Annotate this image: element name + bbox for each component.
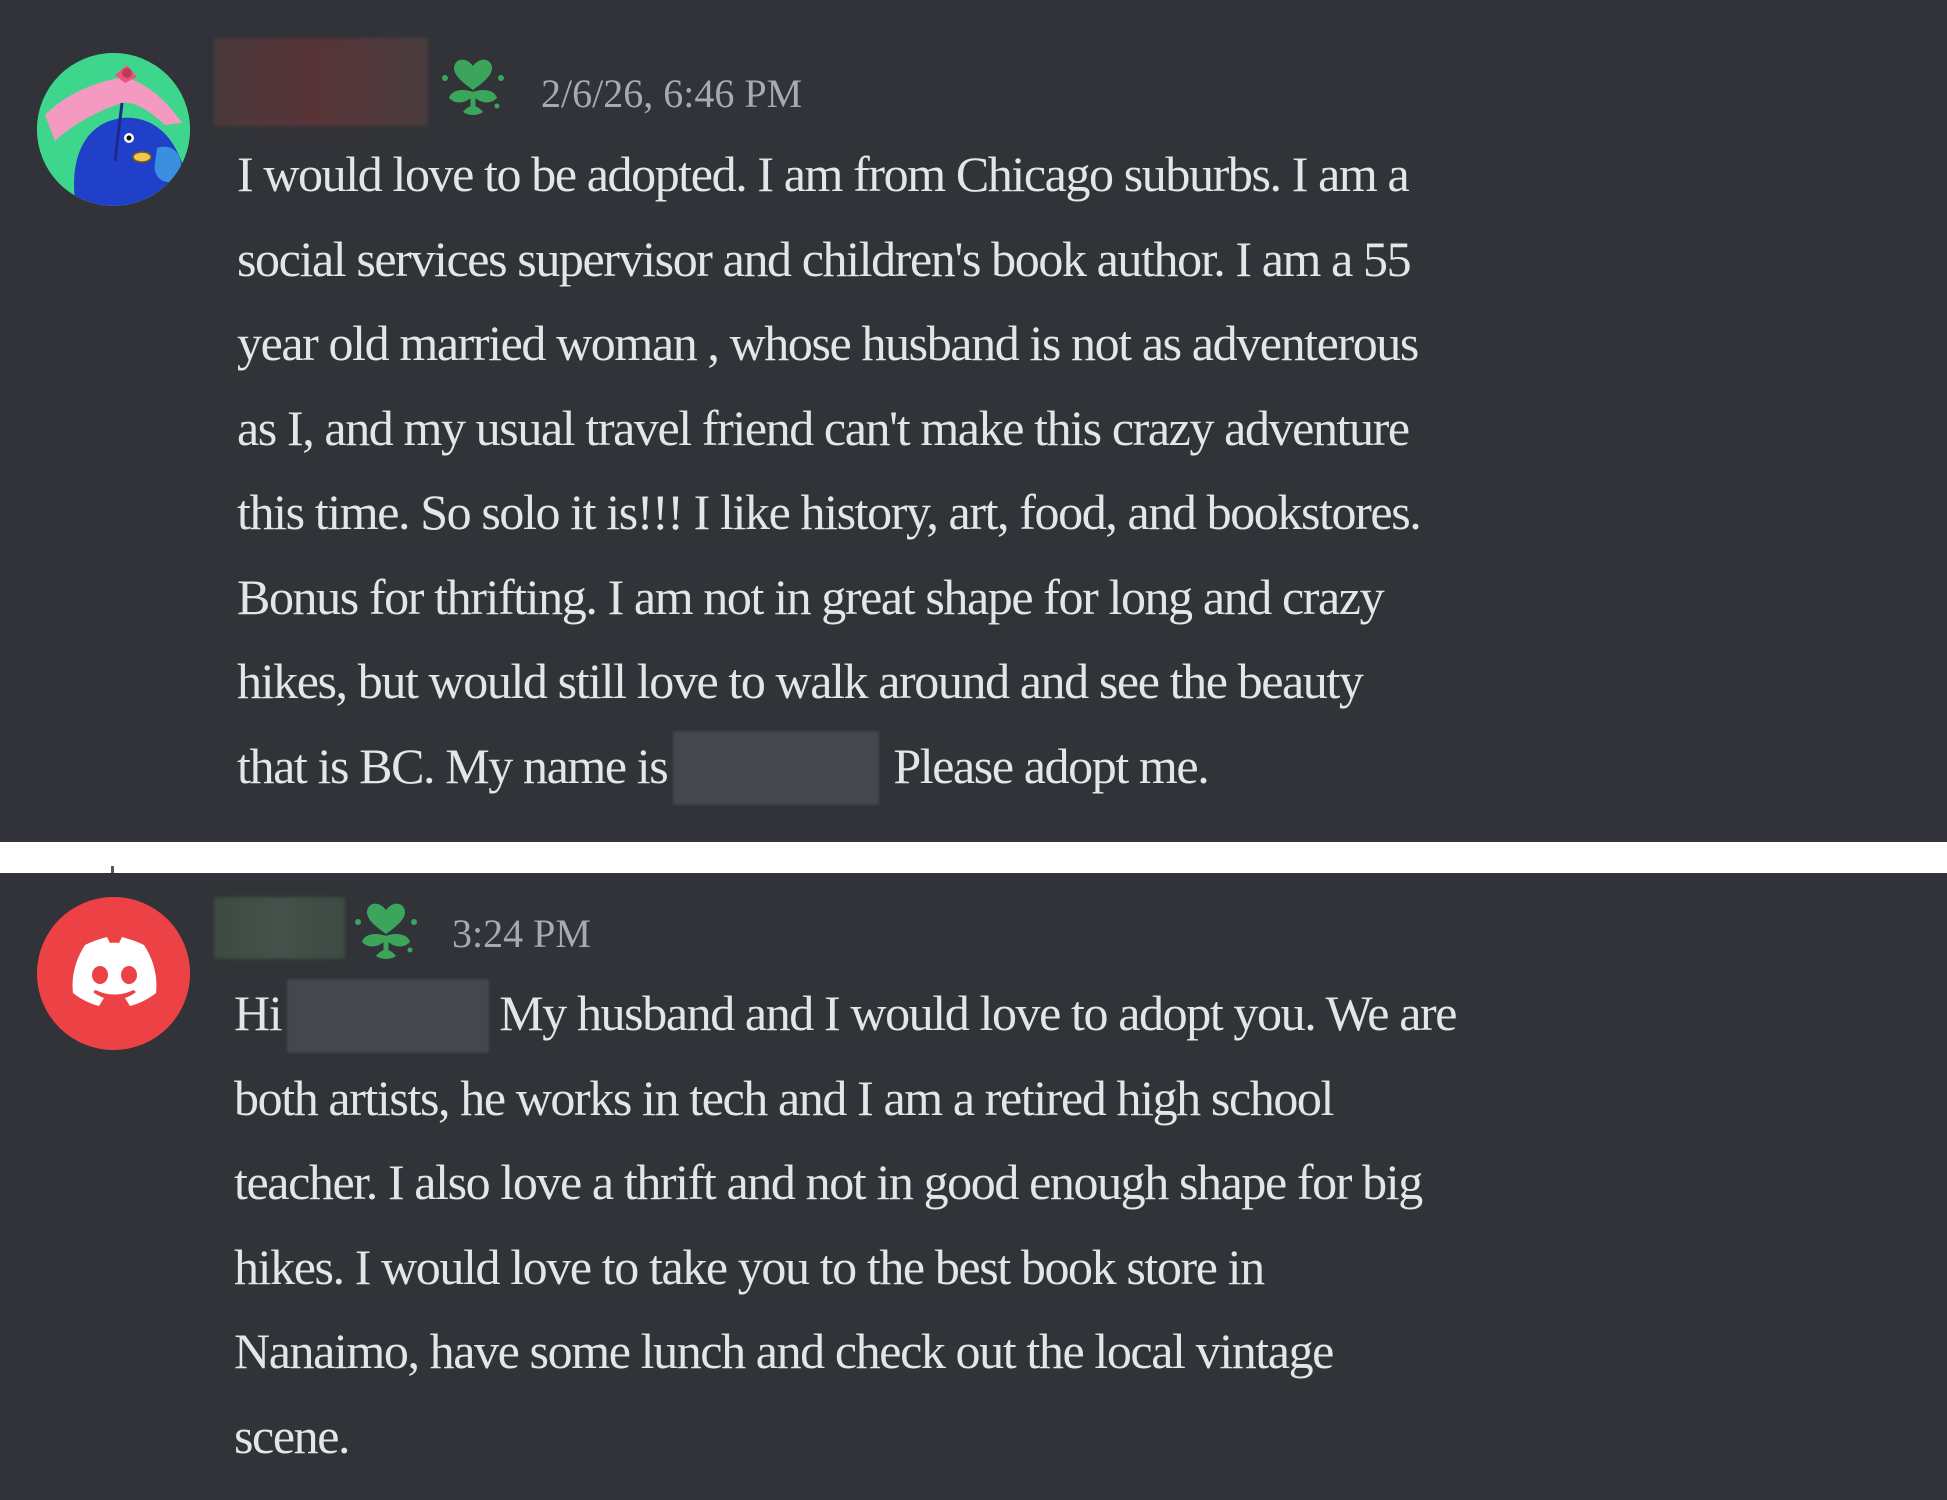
redacted-username[interactable]	[214, 38, 428, 126]
redacted-name	[673, 731, 880, 806]
message-timestamp[interactable]: 3:24 PM	[452, 909, 591, 959]
bird-avatar-graphic	[37, 53, 190, 206]
redacted-name	[287, 978, 490, 1053]
divider-tick	[111, 866, 114, 873]
message-line: hikes, but would still love to walk arou…	[237, 653, 1364, 709]
message-line: Bonus for thrifting. I am not in great s…	[237, 568, 1385, 625]
message-text: that is BC. My name is	[237, 737, 669, 794]
message-text: My husband and I would love to adopt you…	[499, 985, 1457, 1041]
flower-heart-icon	[350, 896, 422, 968]
message-line: Nanaimo, have some lunch and check out t…	[234, 1323, 1334, 1379]
message-content: Hi My husband and I would love to adopt y…	[234, 971, 1457, 1478]
discord-logo-graphic	[37, 897, 190, 1050]
message-timestamp[interactable]: 2/6/26, 6:46 PM	[541, 69, 802, 119]
flower-heart-icon	[437, 52, 509, 124]
discord-logo-icon[interactable]	[37, 897, 190, 1050]
message-line: I would love to be adopted. I am from Ch…	[237, 146, 1410, 202]
message-content: I would love to be adopted. I am from Ch…	[237, 132, 1422, 809]
message-line: year old married woman , whose husband i…	[237, 315, 1419, 371]
message-text: Please adopt me.	[893, 737, 1209, 794]
message-line: this time. So solo it is!!! I like histo…	[237, 484, 1422, 540]
bird-avatar-icon[interactable]	[37, 53, 190, 206]
message-line: teacher. I also love a thrift and not in…	[234, 1154, 1423, 1210]
redacted-username[interactable]	[214, 897, 345, 959]
message-line: social services supervisor and children'…	[237, 230, 1412, 287]
screenshot-divider	[0, 842, 1947, 873]
flower-heart-graphic	[355, 903, 417, 959]
message-line: as I, and my usual travel friend can't m…	[237, 399, 1410, 456]
message-line: scene.	[234, 1407, 351, 1464]
message-line: both artists, he works in tech and I am …	[234, 1069, 1334, 1126]
message-text: Hi	[234, 985, 283, 1041]
message-line-first: Hi My husband and I would love to adopt y…	[234, 971, 1457, 1056]
message-line: hikes. I would love to take you to the b…	[234, 1238, 1265, 1295]
message-line-last: that is BC. My name is Please adopt me.	[237, 724, 1420, 809]
flower-heart-graphic	[442, 59, 504, 115]
